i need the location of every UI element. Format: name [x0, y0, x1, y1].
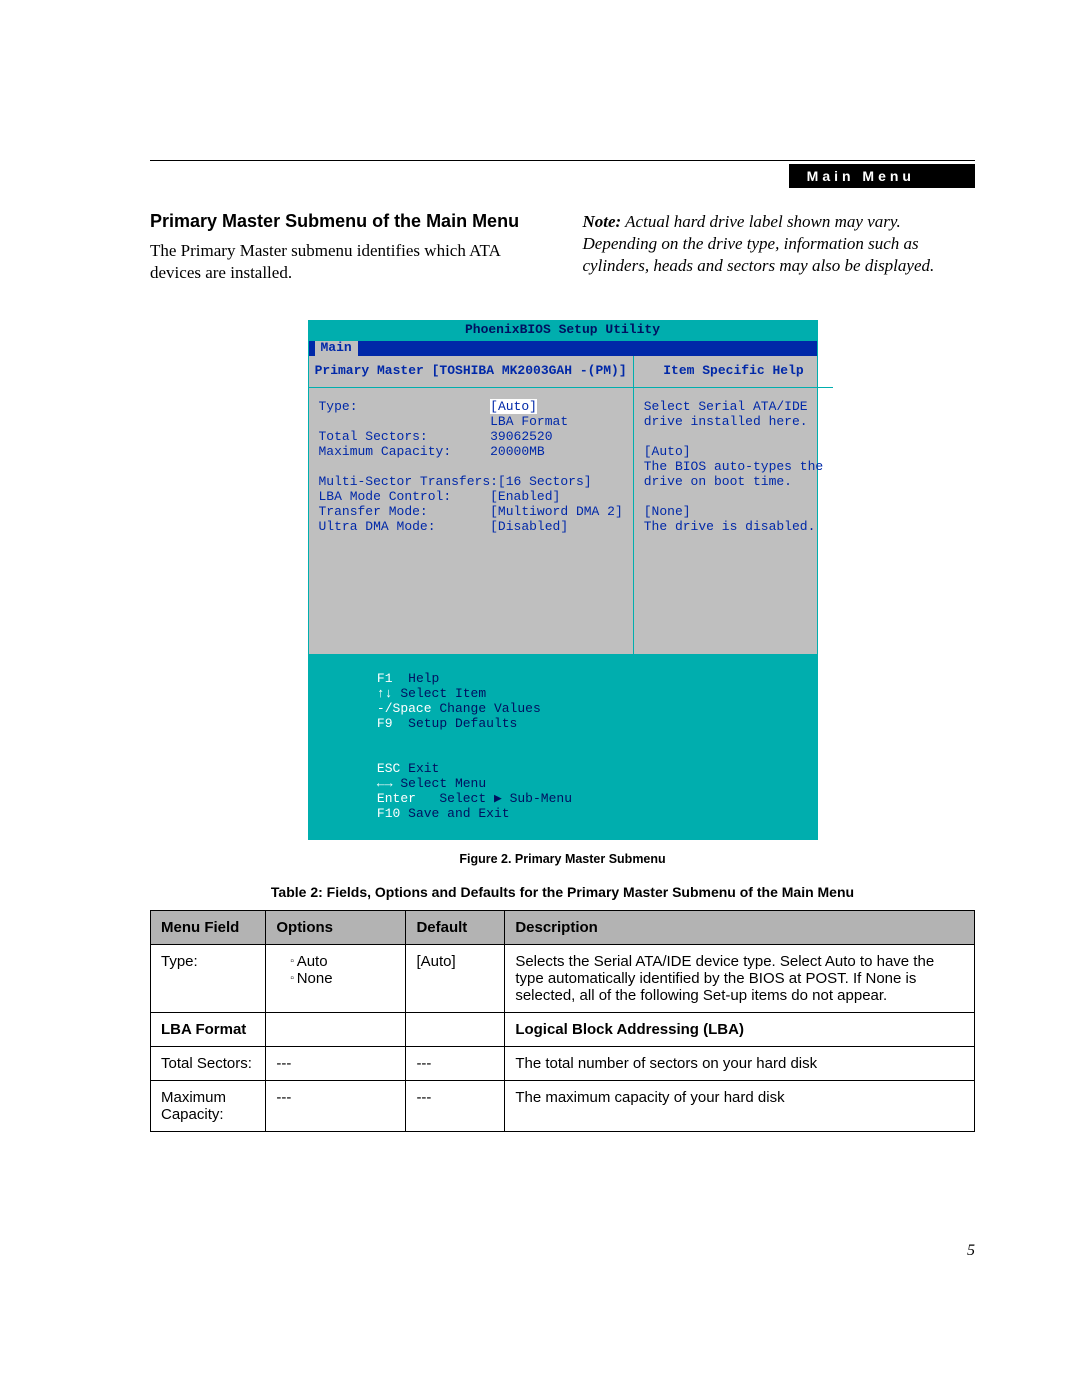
- table-row: Type: Auto None [Auto] Selects the Seria…: [151, 944, 975, 1012]
- table-row: Total Sectors: --- --- The total number …: [151, 1046, 975, 1080]
- cell-options: ---: [266, 1046, 406, 1080]
- bios-left-pane: Primary Master [TOSHIBA MK2003GAH -(PM)]…: [309, 356, 634, 654]
- bios-help-pane: Item Specific Help Select Serial ATA/IDE…: [634, 356, 833, 654]
- bios-help-line: The drive is disabled.: [644, 520, 823, 535]
- bios-field-row: Maximum Capacity: 20000MB: [319, 445, 623, 460]
- bios-help-line: [644, 490, 823, 505]
- section-title: Primary Master Submenu of the Main Menu: [150, 211, 543, 232]
- bios-tab-bar: Main: [308, 341, 818, 356]
- page-number: 5: [150, 1242, 975, 1260]
- list-item: Auto: [290, 953, 395, 970]
- bios-field-row: Ultra DMA Mode: [Disabled]: [319, 520, 623, 535]
- table-title: Table 2: Fields, Options and Defaults fo…: [150, 884, 975, 900]
- section-note: Note: Actual hard drive label shown may …: [583, 211, 976, 277]
- cell-default: [Auto]: [406, 944, 505, 1012]
- bios-field-row: LBA Mode Control: [Enabled]: [319, 490, 623, 505]
- cell-options: ---: [266, 1080, 406, 1131]
- cell-field: Type:: [151, 944, 266, 1012]
- th-options: Options: [266, 910, 406, 944]
- bios-help-line: [None]: [644, 505, 823, 520]
- header-rule: Main Menu: [150, 160, 975, 161]
- bios-help-line: drive on boot time.: [644, 475, 823, 490]
- bios-help-line: Select Serial ATA/IDE: [644, 400, 823, 415]
- bios-footer: F1 Help ↑↓ Select Item -/Space Change Va…: [308, 655, 818, 839]
- cell-field: Total Sectors:: [151, 1046, 266, 1080]
- cell-desc: The total number of sectors on your hard…: [505, 1046, 975, 1080]
- th-description: Description: [505, 910, 975, 944]
- table-row-lba: LBA Format Logical Block Addressing (LBA…: [151, 1012, 975, 1046]
- bios-right-header: Item Specific Help: [634, 356, 833, 388]
- bios-left-header: Primary Master [TOSHIBA MK2003GAH -(PM)]: [309, 356, 633, 388]
- cell-default: ---: [406, 1046, 505, 1080]
- bios-screenshot: PhoenixBIOS Setup Utility Main Primary M…: [308, 320, 818, 840]
- bios-field-row: Type: [Auto]: [319, 400, 623, 415]
- bios-help-line: drive installed here.: [644, 415, 823, 430]
- cell-default: ---: [406, 1080, 505, 1131]
- list-item: None: [290, 970, 395, 987]
- cell-lba-mid2: [406, 1012, 505, 1046]
- note-label: Note:: [583, 212, 622, 231]
- bios-field-row: Transfer Mode: [Multiword DMA 2]: [319, 505, 623, 520]
- cell-lba-left: LBA Format: [151, 1012, 266, 1046]
- cell-desc: The maximum capacity of your hard disk: [505, 1080, 975, 1131]
- cell-lba-mid1: [266, 1012, 406, 1046]
- bios-tab-main[interactable]: Main: [315, 341, 358, 356]
- bios-field-row: [319, 460, 623, 475]
- bios-help-line: [644, 430, 823, 445]
- th-field: Menu Field: [151, 910, 266, 944]
- bios-title: PhoenixBIOS Setup Utility: [308, 320, 818, 341]
- header-tab: Main Menu: [789, 164, 975, 188]
- note-body: Actual hard drive label shown may vary. …: [583, 212, 935, 275]
- bios-field-row: LBA Format: [319, 415, 623, 430]
- table-header-row: Menu Field Options Default Description: [151, 910, 975, 944]
- figure-caption: Figure 2. Primary Master Submenu: [150, 852, 975, 866]
- fields-table: Menu Field Options Default Description T…: [150, 910, 975, 1132]
- cell-lba-right: Logical Block Addressing (LBA): [505, 1012, 975, 1046]
- th-default: Default: [406, 910, 505, 944]
- bios-field-row: Total Sectors: 39062520: [319, 430, 623, 445]
- bios-help-line: The BIOS auto-types the: [644, 460, 823, 475]
- cell-options: Auto None: [266, 944, 406, 1012]
- bios-help-line: [Auto]: [644, 445, 823, 460]
- cell-desc: Selects the Serial ATA/IDE device type. …: [505, 944, 975, 1012]
- bios-field-row: Multi-Sector Transfers:[16 Sectors]: [319, 475, 623, 490]
- table-row: Maximum Capacity: --- --- The maximum ca…: [151, 1080, 975, 1131]
- cell-field: Maximum Capacity:: [151, 1080, 266, 1131]
- section-intro: The Primary Master submenu identifies wh…: [150, 240, 543, 284]
